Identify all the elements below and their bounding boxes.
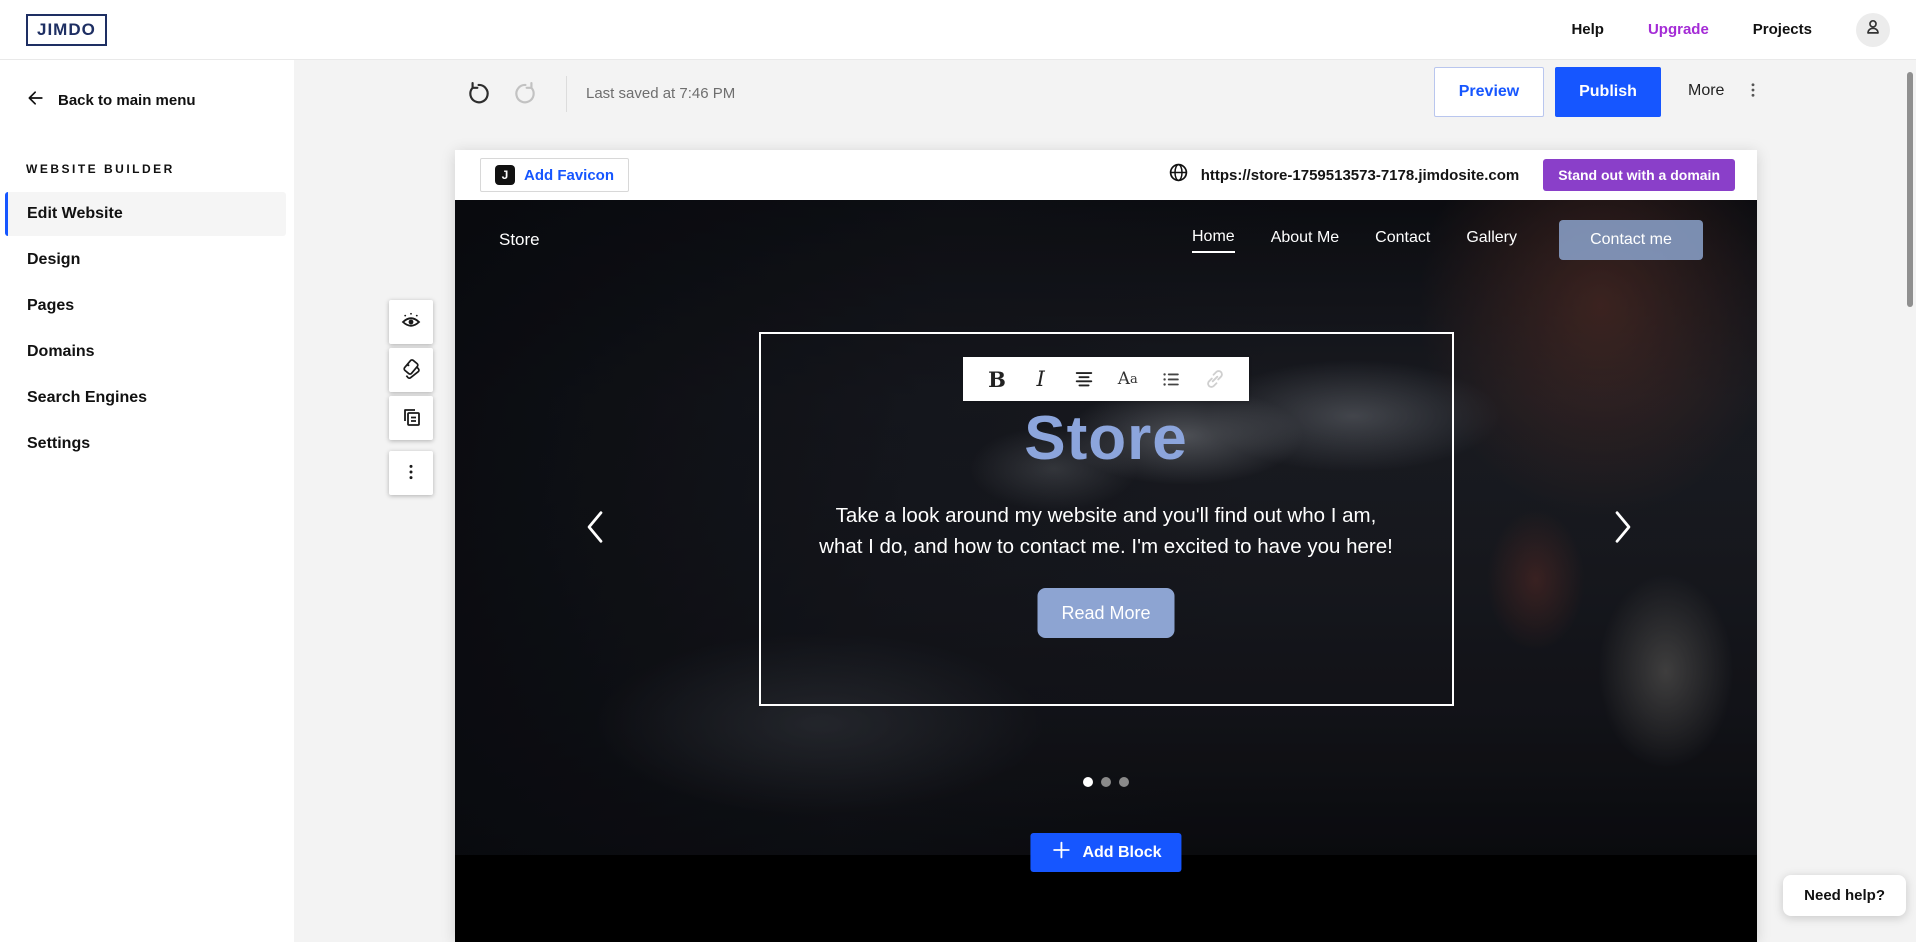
sidebar-item-search-engines[interactable]: Search Engines xyxy=(5,376,286,420)
builder-sidebar: Back to main menu WEBSITE BUILDER Edit W… xyxy=(0,60,294,942)
account-nav: Help Upgrade Projects xyxy=(1571,13,1890,47)
carousel-prev-button[interactable] xyxy=(573,505,617,549)
more-kebab-icon[interactable] xyxy=(1736,73,1770,107)
add-block-button[interactable]: Add Block xyxy=(1030,833,1181,872)
carousel-dot-2[interactable] xyxy=(1101,777,1111,787)
text-format-toolbar: B I Aa xyxy=(963,357,1249,401)
site-nav-about-me[interactable]: About Me xyxy=(1271,229,1339,252)
more-button[interactable]: More xyxy=(1688,82,1724,100)
block-options-button[interactable] xyxy=(389,451,433,495)
link-icon xyxy=(1201,365,1229,393)
sidebar-item-domains[interactable]: Domains xyxy=(5,330,286,374)
preview-button[interactable]: Preview xyxy=(1434,67,1544,117)
site-url[interactable]: https://store-1759513573-7178.jimdosite.… xyxy=(1201,167,1519,184)
about-me-title: About Me xyxy=(455,935,1757,942)
site-url-group: https://store-1759513573-7178.jimdosite.… xyxy=(1168,159,1735,191)
jimdo-logo[interactable]: JIMDO xyxy=(26,14,107,46)
projects-link[interactable]: Projects xyxy=(1753,21,1812,38)
globe-icon xyxy=(1168,162,1189,188)
add-block-label: Add Block xyxy=(1082,844,1161,862)
sidebar-section-title: WEBSITE BUILDER xyxy=(0,120,294,190)
last-saved-status: Last saved at 7:46 PM xyxy=(586,85,735,102)
hide-block-button[interactable] xyxy=(389,300,433,344)
align-center-icon[interactable] xyxy=(1070,365,1098,393)
style-swatch-icon xyxy=(399,357,423,384)
website-preview: J Add Favicon https://store-1759513573-7… xyxy=(455,150,1757,942)
sidebar-item-edit-website[interactable]: Edit Website xyxy=(5,192,286,236)
add-favicon-button[interactable]: J Add Favicon xyxy=(480,158,629,192)
site-nav: Home About Me Contact Gallery xyxy=(1192,228,1517,253)
italic-icon[interactable]: I xyxy=(1027,365,1055,393)
kebab-icon xyxy=(402,463,420,484)
site-nav-home[interactable]: Home xyxy=(1192,228,1235,253)
domain-upsell-button[interactable]: Stand out with a domain xyxy=(1543,159,1735,191)
preview-topbar: J Add Favicon https://store-1759513573-7… xyxy=(455,150,1757,200)
redo-button[interactable] xyxy=(508,76,544,112)
block-tool-palette xyxy=(389,300,433,495)
copy-icon xyxy=(399,405,423,432)
hero-section[interactable]: Store Home About Me Contact Gallery Cont… xyxy=(455,200,1757,855)
back-arrow-icon xyxy=(26,88,46,112)
page-scrollbar[interactable] xyxy=(1907,72,1913,307)
carousel-dots xyxy=(455,777,1757,787)
app-header: JIMDO Help Upgrade Projects xyxy=(0,0,1916,60)
undo-icon xyxy=(465,80,491,109)
redo-icon xyxy=(513,80,539,109)
editor-canvas: Last saved at 7:46 PM Preview Publish Mo… xyxy=(294,60,1916,942)
hero-body-text[interactable]: Take a look around my website and you'll… xyxy=(814,500,1399,562)
user-icon xyxy=(1862,16,1884,43)
sidebar-item-settings[interactable]: Settings xyxy=(5,422,286,466)
font-size-icon[interactable]: Aa xyxy=(1114,365,1142,393)
carousel-dot-3[interactable] xyxy=(1119,777,1129,787)
publish-button[interactable]: Publish xyxy=(1555,67,1661,117)
eye-icon xyxy=(399,309,423,336)
contact-me-button[interactable]: Contact me xyxy=(1559,220,1703,260)
plus-icon xyxy=(1050,839,1072,866)
back-label: Back to main menu xyxy=(58,92,196,109)
sidebar-item-design[interactable]: Design xyxy=(5,238,286,282)
toolbar-divider xyxy=(566,76,567,112)
bold-icon[interactable]: B xyxy=(983,365,1011,393)
back-to-main-menu[interactable]: Back to main menu xyxy=(0,80,294,120)
site-logo[interactable]: Store xyxy=(499,230,540,250)
bullet-list-icon[interactable] xyxy=(1157,365,1185,393)
sidebar-item-pages[interactable]: Pages xyxy=(5,284,286,328)
hero-title[interactable]: Store xyxy=(455,403,1757,474)
add-favicon-label: Add Favicon xyxy=(524,167,614,184)
duplicate-block-button[interactable] xyxy=(389,396,433,440)
site-nav-contact[interactable]: Contact xyxy=(1375,229,1430,252)
carousel-next-button[interactable] xyxy=(1601,505,1645,549)
read-more-button[interactable]: Read More xyxy=(1038,588,1175,638)
help-link[interactable]: Help xyxy=(1571,21,1604,38)
upgrade-link[interactable]: Upgrade xyxy=(1648,21,1709,38)
undo-button[interactable] xyxy=(460,76,496,112)
carousel-dot-1[interactable] xyxy=(1083,777,1093,787)
site-header: Store Home About Me Contact Gallery Cont… xyxy=(455,200,1757,280)
site-nav-gallery[interactable]: Gallery xyxy=(1466,229,1517,252)
favicon-placeholder-icon: J xyxy=(495,165,515,185)
need-help-button[interactable]: Need help? xyxy=(1783,875,1906,916)
style-block-button[interactable] xyxy=(389,348,433,392)
account-avatar[interactable] xyxy=(1856,13,1890,47)
sidebar-menu: Edit Website Design Pages Domains Search… xyxy=(0,192,294,466)
